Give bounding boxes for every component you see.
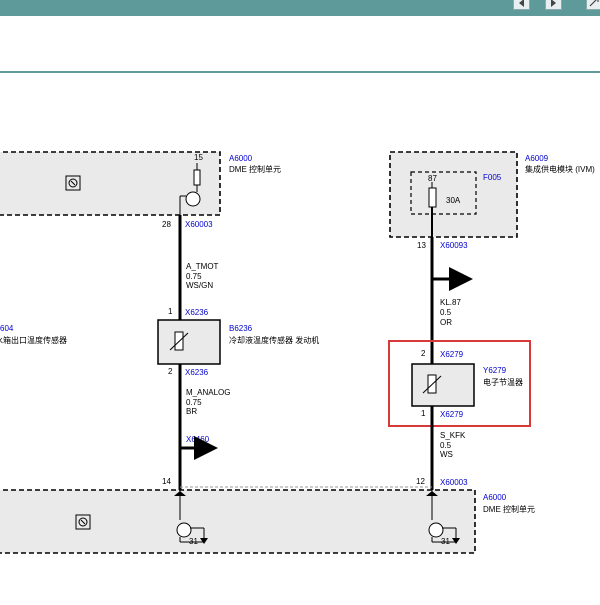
ivm-pin: 13 xyxy=(417,241,426,250)
ivm-id: A6009 xyxy=(525,154,549,163)
ivm-unit: 87 30A xyxy=(389,151,518,238)
fuse-pin: 87 xyxy=(428,174,437,183)
wire-kfk-signal: S_KFK xyxy=(440,431,466,440)
sensor-connector-bottom: X6236 xyxy=(185,368,209,377)
fuse-icon xyxy=(428,187,437,208)
thermostat-connector-bottom: X6279 xyxy=(440,410,464,419)
sensor-pin-2: 2 xyxy=(168,367,173,376)
left-partial-name: 水箱出口温度传感器 xyxy=(0,335,67,345)
fuse-rating: 30A xyxy=(446,196,461,205)
dme-bottom-id: A6000 xyxy=(483,493,507,502)
dme-bottom-name: DME 控制单元 xyxy=(483,504,535,514)
dme-bottom-ground-left: 31 xyxy=(189,537,198,546)
wire-kfk-color: WS xyxy=(440,450,453,459)
dme-top-pin-15: 15 xyxy=(194,153,203,162)
wire-tmot-color: WS/GN xyxy=(186,281,213,290)
wire-analog-color: BR xyxy=(186,407,197,416)
thermostat-id: Y6279 xyxy=(483,366,507,375)
wire-kl87-signal: KL.87 xyxy=(440,298,461,307)
dme-top-pin-28: 28 xyxy=(162,220,171,229)
thermostat-pin-2: 2 xyxy=(421,349,426,358)
dme-bottom-ground-right: 31 xyxy=(441,537,450,546)
fuse-id: F005 xyxy=(483,173,502,182)
transistor-icon xyxy=(176,522,192,538)
dme-bottom-connector: X60003 xyxy=(440,478,468,487)
ivm-connector: X60093 xyxy=(440,241,468,250)
dme-unit-top: 15 A6000 DME 控制单元 xyxy=(0,151,281,216)
dme-top-id: A6000 xyxy=(229,154,253,163)
wire-kl87-color: OR xyxy=(440,318,452,327)
wire-kfk-gauge: 0.5 xyxy=(440,441,452,450)
wiring-diagram: 15 A6000 DME 控制单元 28 X60003 A_TMOT 0.75 … xyxy=(0,151,595,554)
sensor-pin-1: 1 xyxy=(168,307,173,316)
sensor-name: 冷却液温度传感器 发动机 xyxy=(229,335,319,345)
thermostat-connector-top: X6279 xyxy=(440,350,464,359)
wire-tmot-signal: A_TMOT xyxy=(186,262,219,271)
wire-analog-gauge: 0.75 xyxy=(186,398,202,407)
wire-analog-signal: M_ANALOG xyxy=(186,388,230,397)
dme-bottom-pin-12: 12 xyxy=(416,477,425,486)
electronic-thermostat xyxy=(411,363,475,407)
thermostat-name: 电子节温器 xyxy=(483,377,523,387)
dme-bottom-pin-14: 14 xyxy=(162,477,171,486)
thermostat-pin-1: 1 xyxy=(421,409,426,418)
wire-analog-connector: X6460 xyxy=(186,435,210,444)
sensor-id: B6236 xyxy=(229,324,253,333)
transistor-icon xyxy=(185,191,201,207)
dme-top-name: DME 控制单元 xyxy=(229,164,281,174)
coolant-temp-sensor xyxy=(157,319,221,365)
dme-top-connector: X60003 xyxy=(185,220,213,229)
ivm-name: 集成供电模块 (IVM) xyxy=(525,164,595,174)
wire-kl87-gauge: 0.5 xyxy=(440,308,452,317)
left-partial-id: 604 xyxy=(0,324,14,333)
sensor-connector-top: X6236 xyxy=(185,308,209,317)
transistor-icon xyxy=(428,522,444,538)
wire-tmot-gauge: 0.75 xyxy=(186,272,202,281)
dme-unit-bottom: 31 31 xyxy=(0,486,476,554)
